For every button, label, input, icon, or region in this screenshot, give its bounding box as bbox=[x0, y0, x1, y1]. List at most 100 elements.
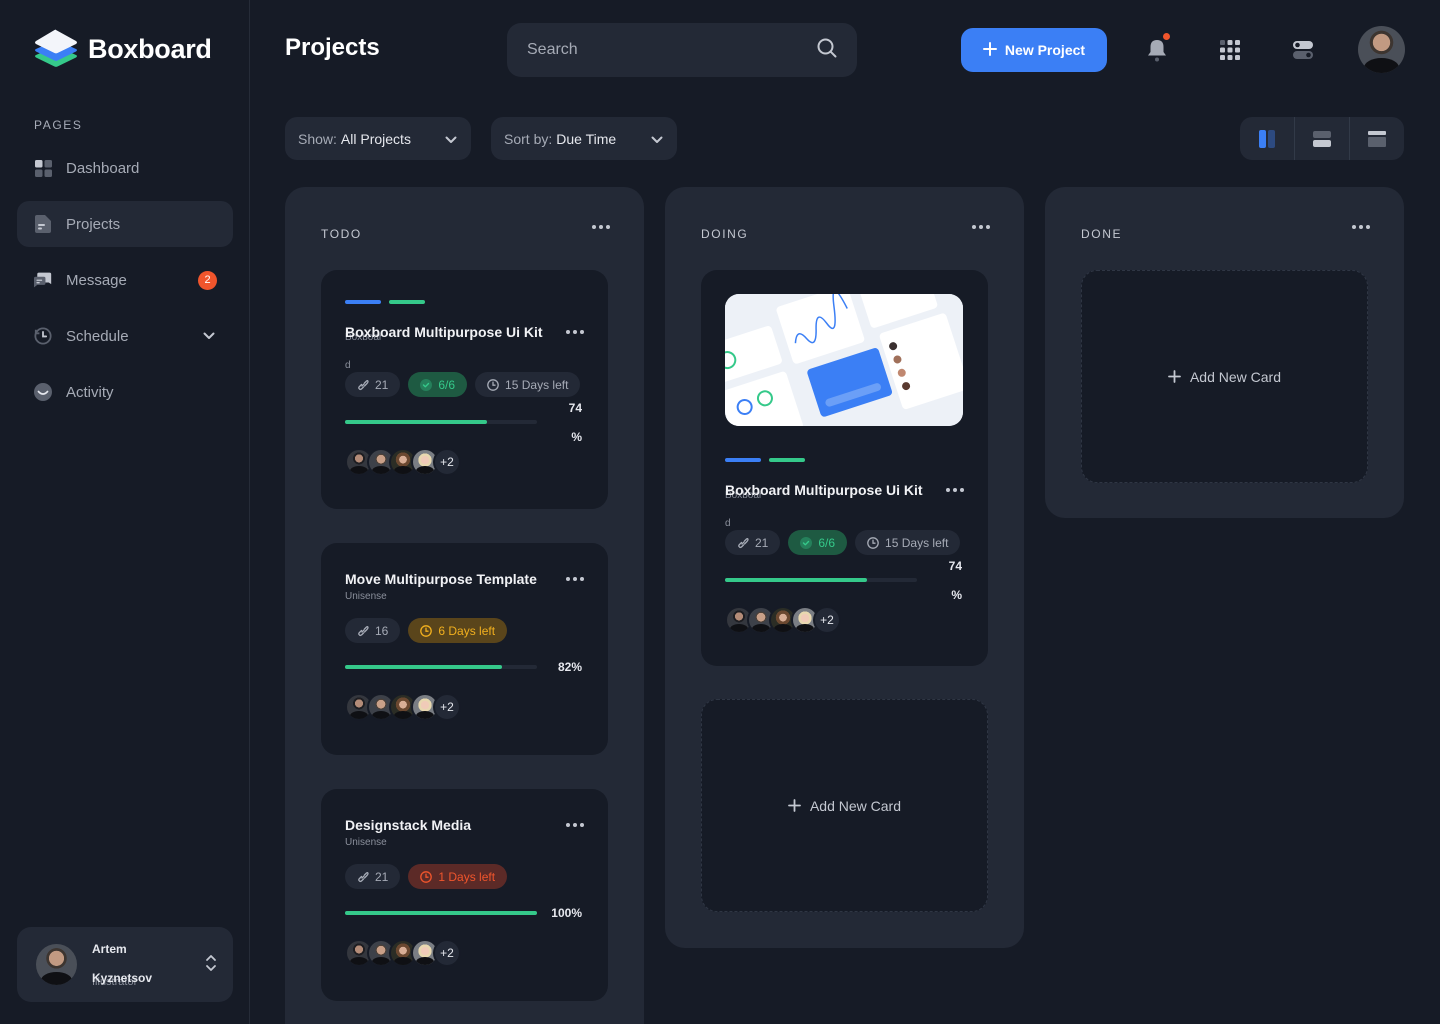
sidebar-item-label: Activity bbox=[66, 383, 114, 401]
apps-grid-icon bbox=[1220, 40, 1240, 60]
column-title: TODO bbox=[321, 227, 362, 241]
user-avatar bbox=[36, 944, 77, 985]
card-title: Designstack Media bbox=[345, 817, 472, 833]
document-icon bbox=[34, 215, 52, 233]
member-avatars[interactable]: +2 bbox=[345, 693, 584, 721]
sidebar-item-label: Projects bbox=[66, 215, 121, 233]
due-chip: 1 Days left bbox=[408, 864, 508, 889]
links-count: 21 bbox=[375, 869, 389, 884]
member-avatars[interactable]: +2 bbox=[725, 606, 964, 634]
more-horizontal-icon bbox=[566, 330, 584, 334]
column-more-button[interactable] bbox=[592, 225, 610, 229]
board-column-doing: DOING Boxboar Boxboard Multipurpose Ui K… bbox=[665, 187, 1024, 948]
message-icon bbox=[34, 271, 52, 289]
sidebar-item-schedule[interactable]: Schedule bbox=[17, 313, 233, 359]
card-header: Designstack Media Unisense bbox=[345, 817, 584, 848]
view-rows-button[interactable] bbox=[1294, 117, 1349, 160]
member-avatars[interactable]: +2 bbox=[345, 939, 584, 967]
column-more-button[interactable] bbox=[1352, 225, 1370, 229]
progress-unit: % bbox=[951, 588, 962, 602]
column-title: DOING bbox=[701, 227, 749, 241]
chevron-down-icon[interactable] bbox=[203, 327, 215, 345]
show-filter-label: Show: bbox=[298, 130, 337, 147]
tasks-chip: 6/6 bbox=[408, 372, 468, 397]
column-more-button[interactable] bbox=[972, 225, 990, 229]
links-count: 16 bbox=[375, 623, 389, 638]
boxboard-logo-icon bbox=[35, 29, 77, 67]
card-header: Boxboar Boxboard Multipurpose Ui Kit d bbox=[345, 324, 584, 371]
tag-bar bbox=[389, 300, 425, 304]
user-last-name: Kyznetsov bbox=[92, 970, 153, 985]
progress-fill bbox=[345, 420, 488, 424]
clock-icon bbox=[420, 624, 433, 637]
tag-bar bbox=[769, 458, 805, 462]
project-card[interactable]: Boxboar Boxboard Multipurpose Ui Kit d 2… bbox=[701, 270, 988, 666]
more-horizontal-icon bbox=[946, 488, 964, 492]
clock-icon bbox=[487, 378, 499, 391]
add-new-card-button[interactable]: Add New Card bbox=[1081, 270, 1368, 483]
link-icon bbox=[358, 625, 369, 636]
link-icon bbox=[738, 537, 749, 548]
more-horizontal-icon bbox=[1352, 225, 1370, 229]
card-subtitle: Unisense bbox=[345, 836, 387, 848]
chevron-up-down-icon[interactable] bbox=[205, 953, 217, 978]
sidebar-item-dashboard[interactable]: Dashboard bbox=[17, 145, 233, 191]
view-list-button[interactable] bbox=[1349, 117, 1404, 160]
more-members-count[interactable]: +2 bbox=[433, 693, 461, 721]
progress-label: 82% bbox=[557, 660, 582, 674]
progress-bar bbox=[345, 911, 537, 915]
card-meta: 21 6/6 15 Days left bbox=[345, 372, 584, 397]
card-subtitle: Unisense bbox=[345, 590, 387, 602]
card-subtitle-wrap: d bbox=[725, 518, 731, 529]
brand-name: Boxboard bbox=[88, 33, 212, 64]
project-card[interactable]: Designstack Media Unisense 21 1 Days lef… bbox=[321, 789, 608, 1001]
notifications-button[interactable] bbox=[1143, 33, 1171, 64]
member-avatars[interactable]: +2 bbox=[345, 448, 584, 476]
user-info: Artem Illustrator Kyznetsov bbox=[92, 942, 192, 988]
more-horizontal-icon bbox=[972, 225, 990, 229]
progress-fill bbox=[345, 665, 503, 669]
sort-label: Sort by: bbox=[504, 130, 553, 147]
apps-button[interactable] bbox=[1216, 36, 1244, 64]
search-input[interactable] bbox=[527, 41, 817, 59]
show-filter-dropdown[interactable]: Show: All Projects bbox=[285, 117, 471, 160]
sort-dropdown[interactable]: Sort by: Due Time bbox=[491, 117, 677, 160]
plus-icon bbox=[1168, 367, 1181, 387]
new-project-button[interactable]: New Project bbox=[961, 28, 1107, 72]
brand-logo[interactable]: Boxboard bbox=[34, 28, 212, 70]
add-new-card-button[interactable]: Add New Card bbox=[701, 699, 988, 912]
due-chip: 6 Days left bbox=[408, 618, 508, 643]
card-more-button[interactable] bbox=[566, 823, 584, 827]
pages-section-label: PAGES bbox=[34, 118, 83, 132]
sidebar-item-projects[interactable]: Projects bbox=[17, 201, 233, 247]
project-card[interactable]: Move Multipurpose Template Unisense 16 6… bbox=[321, 543, 608, 755]
links-count: 21 bbox=[755, 535, 769, 550]
card-more-button[interactable] bbox=[566, 577, 584, 581]
sidebar-item-label: Dashboard bbox=[66, 159, 140, 177]
progress-label: 100% bbox=[551, 906, 582, 920]
progress-bar bbox=[345, 665, 537, 669]
user-switcher[interactable]: Artem Illustrator Kyznetsov bbox=[17, 927, 233, 1002]
links-count: 21 bbox=[375, 377, 389, 392]
card-more-button[interactable] bbox=[566, 330, 584, 334]
more-members-count[interactable]: +2 bbox=[813, 606, 841, 634]
more-members-count[interactable]: +2 bbox=[433, 448, 461, 476]
column-title: DONE bbox=[1081, 227, 1123, 241]
profile-avatar[interactable] bbox=[1358, 26, 1405, 73]
search-icon[interactable] bbox=[817, 38, 837, 63]
sidebar-item-activity[interactable]: Activity bbox=[17, 369, 233, 415]
project-card[interactable]: Boxboar Boxboard Multipurpose Ui Kit d 2… bbox=[321, 270, 608, 509]
sort-value: Due Time bbox=[556, 130, 617, 147]
card-more-button[interactable] bbox=[946, 488, 964, 492]
card-meta: 21 1 Days left bbox=[345, 864, 584, 889]
card-title: Boxboard Multipurpose Ui Kit bbox=[725, 482, 923, 498]
board-column-done: DONE Add New Card bbox=[1045, 187, 1404, 518]
more-horizontal-icon bbox=[592, 225, 610, 229]
links-chip: 21 bbox=[345, 372, 401, 397]
view-columns-button[interactable] bbox=[1240, 117, 1294, 160]
sidebar-item-message[interactable]: Message 2 bbox=[17, 257, 233, 303]
bell-icon bbox=[1148, 40, 1166, 62]
tasks-count: 6/6 bbox=[438, 377, 456, 392]
settings-toggle-button[interactable] bbox=[1289, 36, 1317, 64]
more-members-count[interactable]: +2 bbox=[433, 939, 461, 967]
